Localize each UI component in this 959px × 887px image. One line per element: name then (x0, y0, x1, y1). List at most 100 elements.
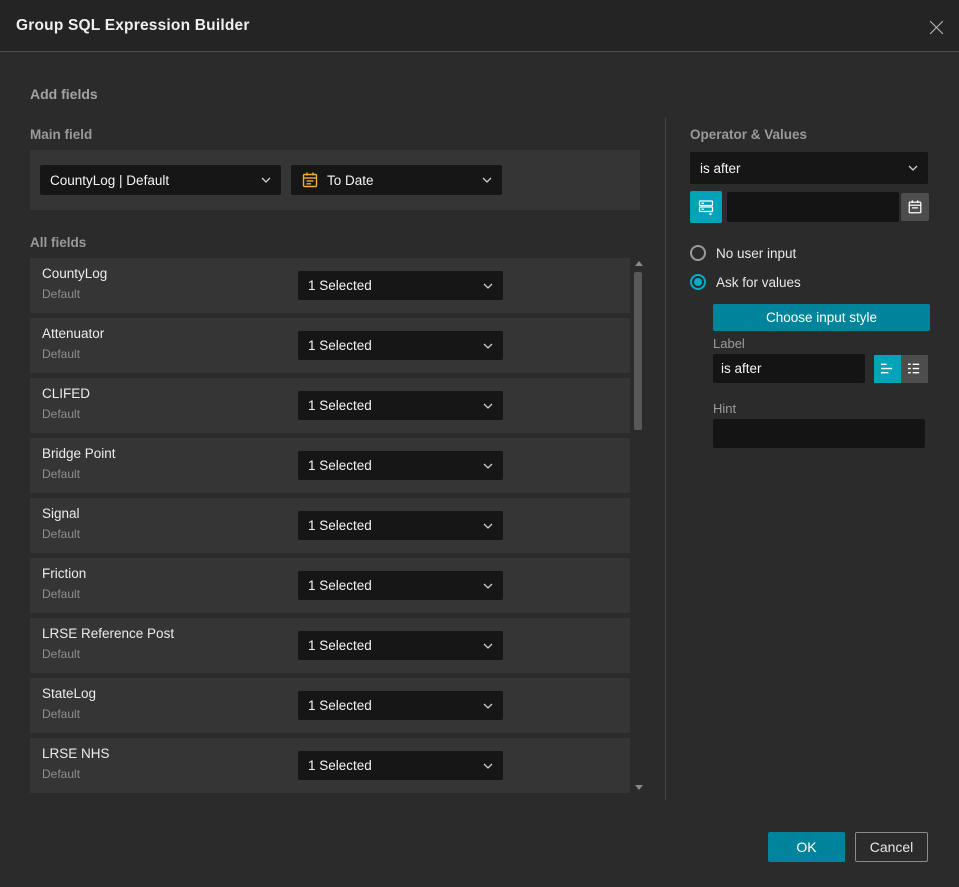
field-name: StateLog (42, 686, 97, 701)
field-subtitle: Default (42, 707, 81, 721)
main-field-dropdown[interactable]: CountyLog | Default (40, 165, 281, 195)
field-selected-dropdown[interactable]: 1 Selected (298, 511, 503, 540)
list-input-style-button[interactable] (901, 354, 928, 383)
field-row: CountyLog Default 1 Selected (30, 258, 630, 313)
chevron-down-icon (483, 643, 493, 649)
chevron-down-icon (482, 177, 492, 183)
chevron-down-icon (483, 343, 493, 349)
panel-divider (665, 118, 666, 800)
radio-ask-for-values-label: Ask for values (716, 274, 801, 290)
field-row: LRSE Reference Post Default 1 Selected (30, 618, 630, 673)
date-picker-button[interactable] (901, 193, 929, 221)
field-name: Attenuator (42, 326, 105, 341)
radio-no-user-input[interactable]: No user input (690, 245, 796, 261)
field-name: Bridge Point (42, 446, 116, 461)
field-selected-dropdown[interactable]: 1 Selected (298, 631, 503, 660)
field-name: Signal (42, 506, 80, 521)
field-selected-value: 1 Selected (308, 338, 372, 353)
operator-dropdown-value: is after (700, 160, 741, 176)
group-sql-expression-builder-dialog: Group SQL Expression Builder Add fields … (0, 0, 959, 887)
text-input-style-button[interactable] (874, 354, 901, 383)
close-icon (929, 20, 943, 34)
label-caption: Label (713, 336, 745, 351)
operator-dropdown[interactable]: is after (690, 152, 928, 184)
field-subtitle: Default (42, 347, 81, 361)
main-field-heading: Main field (30, 127, 93, 142)
add-fields-heading: Add fields (30, 86, 98, 102)
field-selected-value: 1 Selected (308, 518, 372, 533)
field-selected-dropdown[interactable]: 1 Selected (298, 391, 503, 420)
field-selected-value: 1 Selected (308, 458, 372, 473)
field-row: Friction Default 1 Selected (30, 558, 630, 613)
field-row: StateLog Default 1 Selected (30, 678, 630, 733)
field-subtitle: Default (42, 587, 81, 601)
close-button[interactable] (925, 16, 947, 38)
calendar-icon (908, 200, 922, 214)
field-subtitle: Default (42, 767, 81, 781)
field-name: LRSE NHS (42, 746, 110, 761)
value-input-row (690, 191, 929, 223)
field-selected-value: 1 Selected (308, 758, 372, 773)
bullet-list-icon (908, 363, 920, 374)
chevron-down-icon (483, 703, 493, 709)
field-selected-value: 1 Selected (308, 578, 372, 593)
date-value-input[interactable] (727, 192, 899, 222)
field-subtitle: Default (42, 407, 81, 421)
scrollbar-thumb[interactable] (634, 272, 642, 430)
field-selected-value: 1 Selected (308, 638, 372, 653)
field-name: LRSE Reference Post (42, 626, 175, 641)
chevron-down-icon (483, 403, 493, 409)
radio-ask-for-values[interactable]: Ask for values (690, 274, 801, 290)
calendar-icon (301, 171, 319, 189)
fields-list-scrollbar[interactable] (632, 258, 645, 793)
chevron-down-icon (261, 177, 271, 183)
radio-unselected-icon (690, 245, 706, 261)
field-subtitle: Default (42, 287, 81, 301)
set-from-values-button[interactable] (690, 191, 722, 223)
field-row: LRSE NHS Default 1 Selected (30, 738, 630, 793)
field-selected-dropdown[interactable]: 1 Selected (298, 751, 503, 780)
field-subtitle: Default (42, 647, 81, 661)
field-selected-dropdown[interactable]: 1 Selected (298, 691, 503, 720)
choose-input-style-button[interactable]: Choose input style (713, 304, 930, 331)
main-field-dropdown-value: CountyLog | Default (50, 172, 170, 188)
cancel-button[interactable]: Cancel (855, 832, 928, 862)
radio-no-user-input-label: No user input (716, 245, 797, 261)
field-name: CountyLog (42, 266, 108, 281)
ok-button[interactable]: OK (768, 832, 845, 862)
chevron-down-icon (483, 763, 493, 769)
hint-input[interactable] (713, 419, 925, 448)
dialog-titlebar: Group SQL Expression Builder (0, 0, 959, 52)
label-style-toggle-group (874, 354, 928, 383)
field-row: Bridge Point Default 1 Selected (30, 438, 630, 493)
field-subtitle: Default (42, 527, 81, 541)
hint-caption: Hint (713, 401, 737, 416)
chevron-down-icon (483, 463, 493, 469)
all-fields-heading: All fields (30, 235, 87, 250)
label-input-row (713, 354, 930, 383)
dialog-title: Group SQL Expression Builder (16, 16, 250, 34)
field-row: CLIFED Default 1 Selected (30, 378, 630, 433)
field-row: Attenuator Default 1 Selected (30, 318, 630, 373)
field-selected-value: 1 Selected (308, 398, 372, 413)
field-row: Signal Default 1 Selected (30, 498, 630, 553)
scroll-up-icon[interactable] (635, 261, 643, 266)
label-input[interactable] (713, 354, 865, 383)
field-selected-dropdown[interactable]: 1 Selected (298, 331, 503, 360)
field-selected-dropdown[interactable]: 1 Selected (298, 451, 503, 480)
field-selected-value: 1 Selected (308, 278, 372, 293)
align-left-icon (881, 363, 893, 374)
chevron-down-icon (483, 583, 493, 589)
radio-selected-icon (690, 274, 706, 290)
main-field-panel: CountyLog | Default To Date (30, 150, 640, 210)
main-field-date-dropdown[interactable]: To Date (291, 165, 502, 195)
main-field-date-dropdown-value: To Date (327, 172, 374, 188)
field-selected-dropdown[interactable]: 1 Selected (298, 271, 503, 300)
field-selected-dropdown[interactable]: 1 Selected (298, 571, 503, 600)
chevron-down-icon (483, 523, 493, 529)
field-name: CLIFED (42, 386, 91, 401)
scroll-down-icon[interactable] (635, 785, 643, 790)
operator-values-heading: Operator & Values (690, 127, 808, 142)
field-subtitle: Default (42, 467, 81, 481)
field-selected-value: 1 Selected (308, 698, 372, 713)
